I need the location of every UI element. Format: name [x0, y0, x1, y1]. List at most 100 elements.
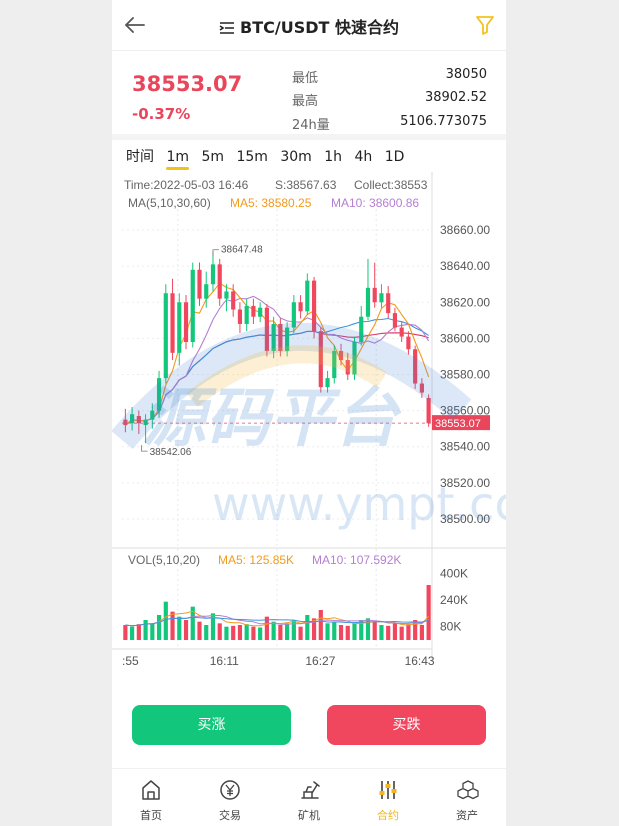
tab-4h[interactable]: 4h — [355, 149, 373, 165]
tab-label: 首页 — [140, 809, 162, 822]
volume-bar — [426, 585, 431, 640]
volume-bar — [130, 626, 135, 640]
tab-trade[interactable]: 交易 — [191, 769, 269, 826]
time-tick-label: 16:27 — [305, 654, 335, 668]
volume-bar — [244, 624, 249, 640]
candle-down — [386, 293, 391, 314]
timeframe-tabs: 时间 1m 5m 15m 30m 1h 4h 1D — [126, 146, 412, 172]
price-summary: 38553.07 -0.37% 最低 38050 最高 38902.52 24h… — [112, 54, 506, 134]
volume-bar — [143, 620, 148, 640]
tab-label: 矿机 — [298, 809, 320, 822]
volume-bar — [345, 625, 350, 640]
page-title-text: BTC/USDT 快速合约 — [240, 18, 399, 37]
volume-tick-label: 400K — [440, 566, 468, 580]
filter-icon[interactable] — [474, 14, 496, 36]
tab-1d[interactable]: 1D — [385, 149, 405, 165]
price-tick-label: 38620.00 — [440, 295, 490, 309]
min-marker-line — [141, 445, 148, 452]
app-screen: BTC/USDT 快速合约 38553.07 -0.37% 最低 38050 最… — [112, 0, 506, 826]
price-tick-label: 38500.00 — [440, 512, 490, 526]
tab-30m[interactable]: 30m — [280, 149, 311, 165]
tab-time[interactable]: 时间 — [126, 146, 154, 166]
buy-up-button[interactable]: 买涨 — [132, 705, 291, 745]
tab-contract[interactable]: 合约 — [349, 769, 427, 826]
tab-15m[interactable]: 15m — [236, 149, 267, 165]
volume-bar — [237, 625, 243, 640]
candle-down — [237, 309, 243, 324]
candle-up — [130, 414, 135, 424]
kline-chart[interactable]: Time:2022-05-03 16:46 S:38567.63 Collect… — [112, 172, 506, 672]
time-axis: :55 16:11 16:27 16:43 — [122, 654, 435, 668]
volume-bar — [156, 615, 162, 640]
candle-down — [183, 302, 189, 342]
stat-volume: 24h量 5106.773075 — [292, 114, 487, 134]
last-price-text: 38553.07 — [435, 418, 481, 430]
bottom-tab-bar: 首页 交易 矿机 合约 资产 — [112, 768, 506, 826]
price-tick-label: 38540.00 — [440, 440, 490, 454]
candle-down — [399, 327, 404, 337]
candle-down — [298, 302, 303, 312]
tab-1m[interactable]: 1m — [166, 149, 189, 170]
tab-assets[interactable]: 资产 — [428, 769, 506, 826]
volume-bar — [251, 626, 256, 640]
tab-5m[interactable]: 5m — [201, 149, 224, 165]
volume-bar — [278, 625, 283, 640]
candle-down — [311, 280, 317, 332]
price-tick-label: 38660.00 — [440, 223, 490, 237]
candle-down — [338, 351, 344, 361]
top-bar: BTC/USDT 快速合约 — [112, 0, 506, 51]
tab-1h[interactable]: 1h — [324, 149, 342, 165]
candle-up — [177, 302, 182, 353]
volume-bar — [136, 624, 141, 640]
candle-up — [244, 305, 249, 324]
page-title[interactable]: BTC/USDT 快速合约 — [112, 14, 506, 38]
candle-up — [285, 327, 290, 352]
volume-bar — [338, 625, 344, 640]
volume-bar — [183, 620, 189, 640]
candle-up — [156, 378, 162, 411]
price-tick-label: 38640.00 — [440, 259, 490, 273]
volume-bar — [150, 623, 155, 640]
tab-miner[interactable]: 矿机 — [270, 769, 348, 826]
volume-bars — [123, 585, 431, 640]
candle-up — [332, 351, 337, 379]
volume-bar — [298, 626, 303, 640]
candle-down — [231, 291, 236, 310]
candle-down — [413, 349, 418, 384]
vol-ma10-label: MA10: 107.592K — [312, 553, 401, 567]
candle-down — [372, 287, 377, 303]
ma-title: MA(5,10,30,60) — [128, 196, 211, 210]
candle-up — [271, 323, 276, 352]
candle-down — [251, 305, 256, 317]
list-menu-icon — [219, 22, 234, 34]
info-time: Time:2022-05-03 16:46 — [124, 178, 249, 192]
candle-up — [150, 410, 155, 420]
tab-home[interactable]: 首页 — [112, 769, 190, 826]
volume-bar — [204, 625, 209, 640]
volume-bar — [399, 626, 404, 640]
volume-bar — [285, 623, 290, 640]
volume-bar — [163, 601, 168, 640]
vol-title: VOL(5,10,20) — [128, 553, 200, 567]
price-change: -0.37% — [132, 105, 191, 123]
info-collect: Collect:38553 — [354, 178, 428, 192]
tab-label: 资产 — [456, 809, 478, 822]
ma5-label: MA5: 38580.25 — [230, 196, 312, 210]
candle-up — [163, 293, 168, 379]
stat-value: 38050 — [445, 67, 487, 82]
candle-up — [305, 280, 310, 312]
volume-bar — [170, 611, 175, 640]
candle-down — [170, 293, 175, 353]
candle-down — [197, 269, 202, 299]
vol-ma5-label: MA5: 125.85K — [218, 553, 294, 567]
volume-bar — [386, 625, 391, 640]
volume-axis: 400K 240K 80K — [440, 566, 468, 633]
stat-low: 最低 38050 — [292, 67, 487, 87]
volume-bar — [406, 624, 411, 640]
stat-label: 24h量 — [292, 118, 330, 133]
candle-up — [291, 302, 296, 328]
price-tick-label: 38600.00 — [440, 331, 490, 345]
buy-down-button[interactable]: 买跌 — [327, 705, 486, 745]
min-price-label: 38542.06 — [150, 447, 192, 458]
price-tick-label: 38580.00 — [440, 368, 490, 382]
